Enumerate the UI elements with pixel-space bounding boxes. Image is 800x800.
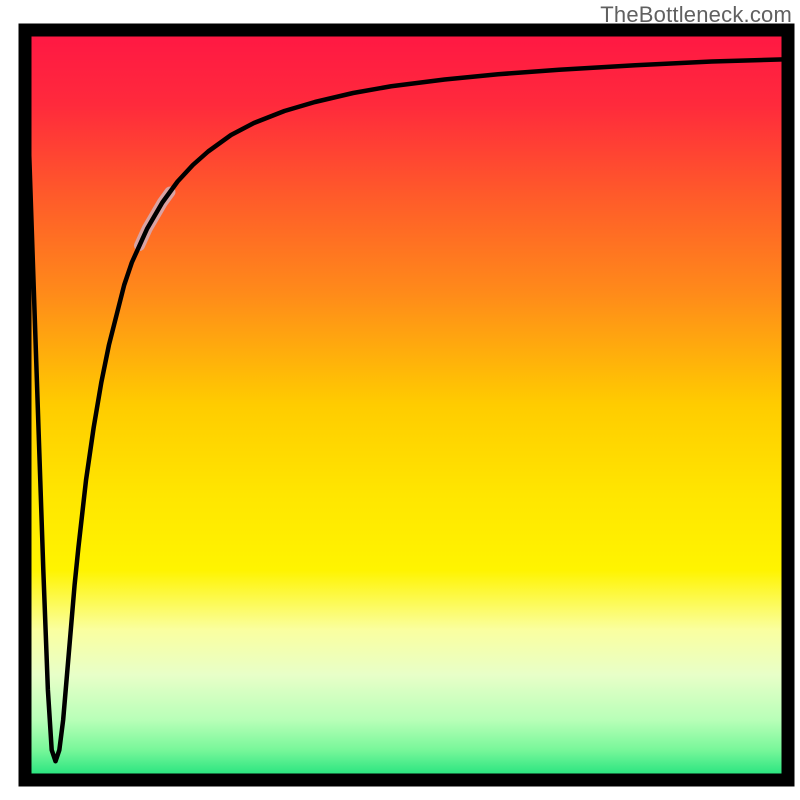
plot-background-gradient bbox=[25, 30, 788, 780]
bottleneck-chart bbox=[0, 0, 800, 800]
